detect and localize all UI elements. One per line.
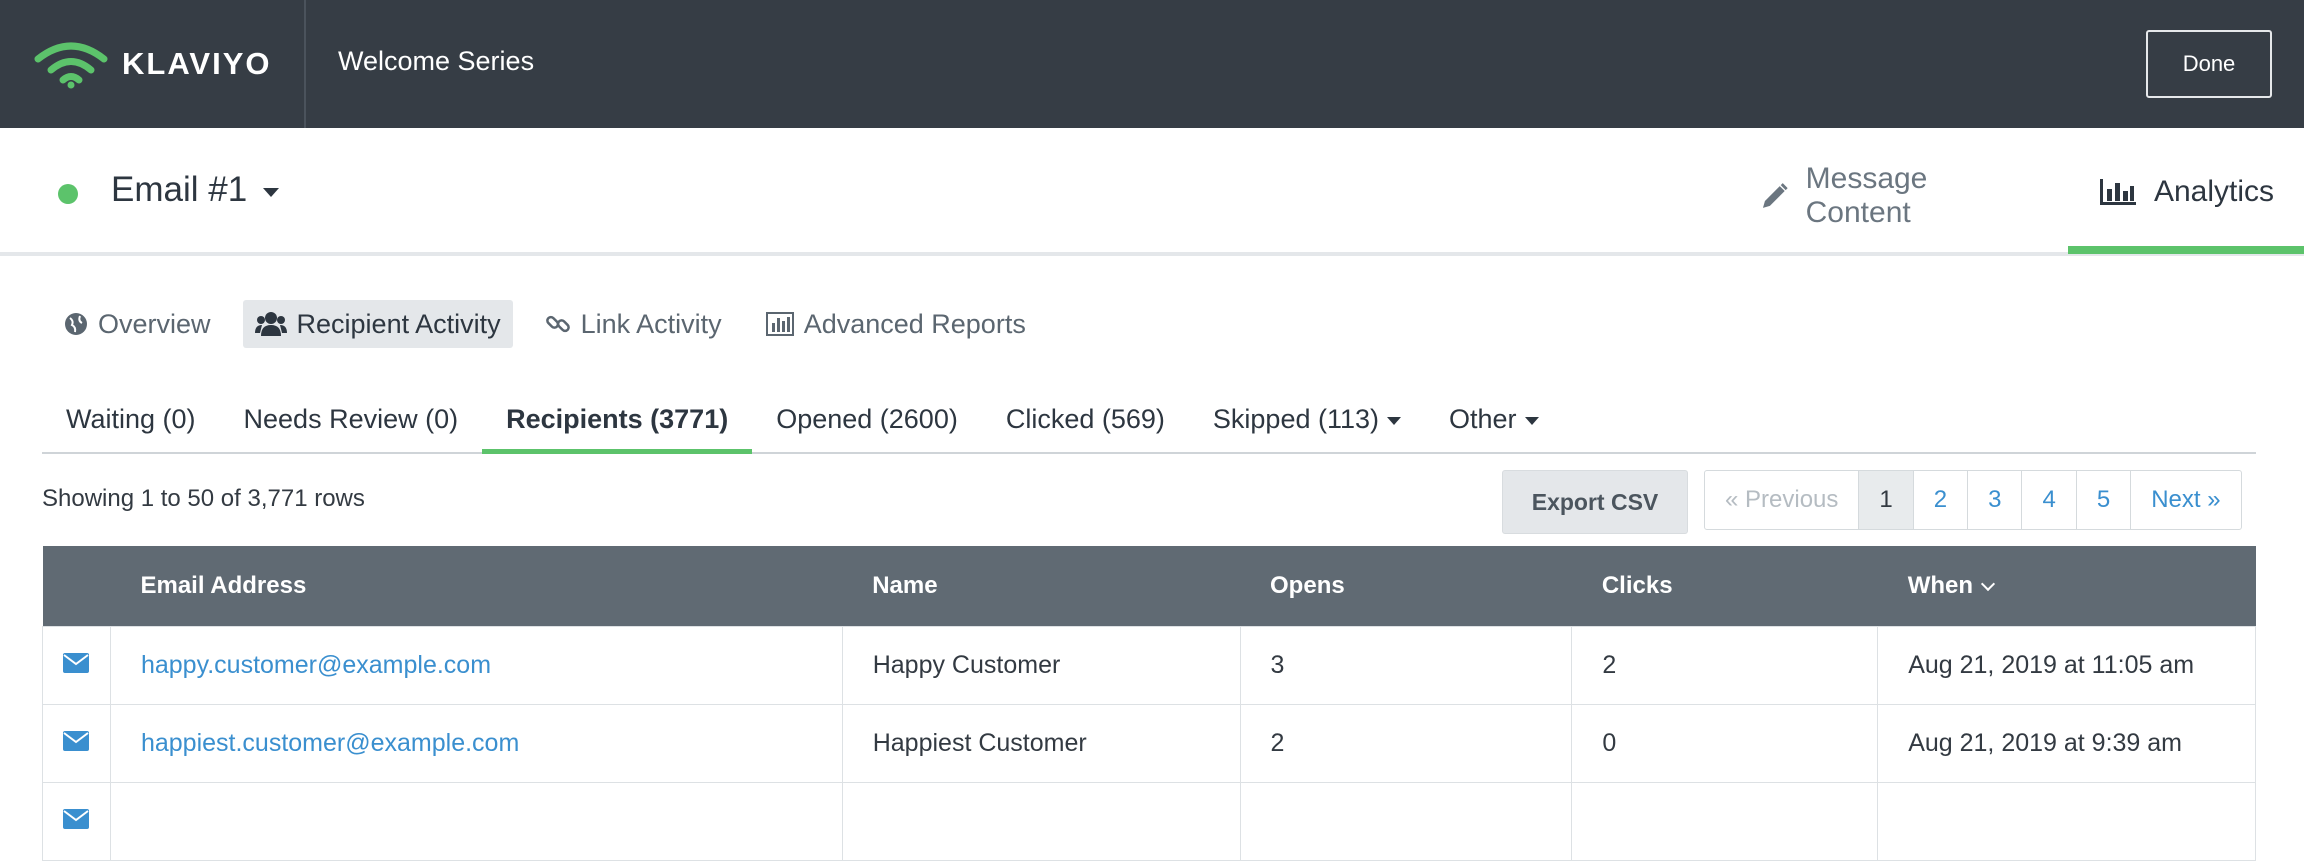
wifi-logo-icon <box>34 42 108 89</box>
flow-title: Welcome Series <box>338 46 535 76</box>
tab-label: Analytics <box>2153 175 2274 208</box>
name-cell: Happy Customer <box>841 625 1241 705</box>
column-header-when[interactable]: When <box>1878 546 2256 626</box>
column-header-name[interactable]: Name <box>842 546 1240 626</box>
export-csv-button[interactable]: Export CSV <box>1502 470 1688 534</box>
column-header-clicks[interactable]: Clicks <box>1572 546 1878 626</box>
pagination-page-2[interactable]: 2 <box>1912 471 1967 529</box>
caret-down-icon <box>1387 417 1402 425</box>
klaviyo-logo[interactable]: KLAVIYO <box>34 38 272 90</box>
subnav-recipient-activity[interactable]: Recipient Activity <box>242 300 513 348</box>
filter-label: Waiting (0) <box>66 404 196 434</box>
column-header-opens[interactable]: Opens <box>1240 546 1572 626</box>
header-divider <box>304 0 306 128</box>
filter-label: Needs Review (0) <box>243 404 459 434</box>
recipients-table: Email Address Name Opens Clicks When hap… <box>42 546 2256 861</box>
pagination-previous[interactable]: « Previous <box>1705 471 1858 529</box>
pagination-page-3[interactable]: 3 <box>1967 471 2021 529</box>
row-icon-cell <box>42 703 111 783</box>
email-link[interactable]: happiest.customer@example.com <box>141 729 519 757</box>
pagination: « Previous 1 2 3 4 5 Next » <box>1704 470 2242 530</box>
pagination-page-1[interactable]: 1 <box>1858 471 1913 529</box>
subnav-label: Link Activity <box>580 308 722 339</box>
filter-label: Other <box>1449 404 1517 434</box>
table-header-row: Email Address Name Opens Clicks When <box>42 546 2256 626</box>
email-link[interactable]: happy.customer@example.com <box>141 651 491 679</box>
tab-message-content[interactable]: Message Content <box>1730 160 2068 232</box>
subnav-label: Overview <box>98 308 211 339</box>
pagination-page-5[interactable]: 5 <box>2075 471 2130 529</box>
filter-other[interactable]: Other <box>1425 394 1563 454</box>
column-header-email[interactable]: Email Address <box>110 546 842 626</box>
tab-analytics[interactable]: Analytics <box>2067 160 2304 254</box>
subnav-label: Advanced Reports <box>803 308 1026 339</box>
table-row: happy.customer@example.com Happy Custome… <box>42 625 2256 705</box>
tab-label: Message Content <box>1805 162 1928 229</box>
clicks-cell: 2 <box>1571 625 1879 705</box>
table-row <box>42 781 2256 861</box>
when-cell: Aug 21, 2019 at 11:05 am <box>1877 625 2256 705</box>
filter-clicked[interactable]: Clicked (569) <box>982 394 1189 454</box>
brand-name: KLAVIYO <box>122 46 272 81</box>
filter-skipped[interactable]: Skipped (113) <box>1189 394 1425 454</box>
pagination-page-4[interactable]: 4 <box>2021 471 2075 529</box>
row-icon-cell <box>42 625 111 705</box>
pagination-next[interactable]: Next » <box>2130 471 2240 529</box>
email-cell[interactable] <box>109 781 843 861</box>
filter-opened[interactable]: Opened (2600) <box>752 394 982 454</box>
message-selector[interactable]: Email #1 <box>111 170 280 210</box>
row-icon-cell <box>42 781 111 861</box>
row-count-text: Showing 1 to 50 of 3,771 rows <box>42 485 365 512</box>
column-header-icon <box>43 546 111 626</box>
when-cell <box>1877 781 2256 861</box>
analytics-subnav: Overview Recipient Activity Link Activit… <box>52 300 1058 348</box>
opens-cell: 2 <box>1239 703 1573 783</box>
top-bar: KLAVIYO Welcome Series Done <box>0 0 2304 128</box>
subnav-link-activity[interactable]: Link Activity <box>533 300 734 348</box>
done-button[interactable]: Done <box>2146 30 2272 98</box>
caret-down-icon <box>1524 417 1539 425</box>
email-cell[interactable]: happiest.customer@example.com <box>109 703 843 783</box>
message-name: Email #1 <box>111 170 248 209</box>
globe-icon <box>65 313 87 335</box>
filter-label: Skipped (113) <box>1212 404 1380 434</box>
name-cell <box>841 781 1241 861</box>
opens-cell: 3 <box>1239 625 1573 705</box>
email-cell[interactable]: happy.customer@example.com <box>109 625 843 705</box>
filter-waiting[interactable]: Waiting (0) <box>42 394 220 454</box>
view-tabs: Message Content Analytics <box>1730 160 2304 254</box>
filter-needs-review[interactable]: Needs Review (0) <box>220 394 483 454</box>
pencil-icon <box>1762 183 1788 208</box>
opens-cell <box>1239 781 1573 861</box>
table-row: happiest.customer@example.com Happiest C… <box>42 703 2256 783</box>
subnav-overview[interactable]: Overview <box>52 300 223 348</box>
filter-label: Recipients (3771) <box>506 404 729 434</box>
recipient-filter-tabs: Waiting (0) Needs Review (0) Recipients … <box>42 394 2256 454</box>
clicks-cell: 0 <box>1571 703 1879 783</box>
users-icon <box>254 312 287 336</box>
when-cell: Aug 21, 2019 at 9:39 am <box>1877 703 2256 783</box>
filter-label: Opened (2600) <box>776 404 958 434</box>
bar-chart-icon <box>2099 179 2136 205</box>
bar-chart-icon <box>765 312 794 336</box>
status-dot <box>58 184 78 204</box>
envelope-icon <box>63 652 90 673</box>
chevron-down-icon <box>1980 576 1996 591</box>
subnav-advanced-reports[interactable]: Advanced Reports <box>754 300 1038 348</box>
envelope-icon <box>63 808 90 829</box>
caret-down-icon <box>263 187 280 197</box>
name-cell: Happiest Customer <box>841 703 1241 783</box>
filter-recipients[interactable]: Recipients (3771) <box>482 394 753 454</box>
link-icon <box>545 315 570 333</box>
column-header-label: When <box>1907 571 1974 599</box>
clicks-cell <box>1571 781 1879 861</box>
subnav-label: Recipient Activity <box>296 308 501 339</box>
filter-label: Clicked (569) <box>1005 404 1165 434</box>
envelope-icon <box>63 730 90 751</box>
